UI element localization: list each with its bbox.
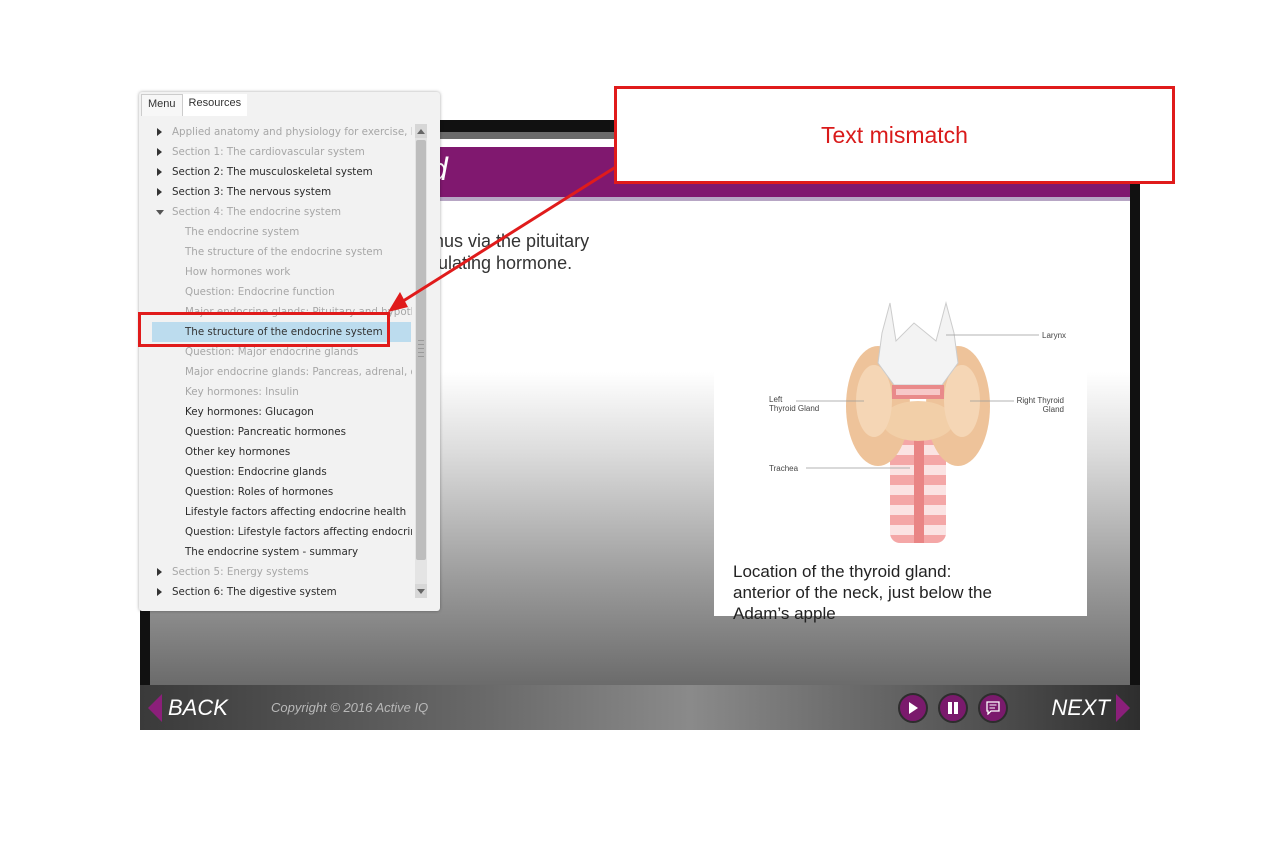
menu-item-label: The endocrine system - summary [185,546,359,558]
menu-item-label: Section 2: The musculoskeletal system [172,166,373,178]
scroll-down-icon [417,588,425,594]
pause-icon [948,702,958,714]
label-left-thyroid-1: Left [769,395,783,404]
caret-right-icon[interactable] [157,168,162,176]
scroll-down-button[interactable] [415,584,427,598]
captions-button[interactable] [978,693,1008,723]
menu-page-item[interactable]: Question: Lifestyle factors affecting en… [152,522,412,542]
menu-section-item[interactable]: Section 1: The cardiovascular system [152,142,412,162]
menu-page-item[interactable]: The endocrine system - summary [152,542,412,562]
grip-line [418,352,424,353]
menu-item-label: Section 6: The digestive system [172,586,337,598]
scroll-up-button[interactable] [415,124,427,138]
scroll-up-icon [417,128,425,134]
menu-item-label: Section 4: The endocrine system [172,206,342,218]
menu-page-item[interactable]: The endocrine system [152,222,412,242]
menu-list: Applied anatomy and physiology for exerc… [152,122,412,602]
menu-item-label: Question: Endocrine glands [185,466,327,478]
menu-item-label: The endocrine system [185,226,300,238]
grip-line [418,340,424,341]
label-left-thyroid-2: Thyroid Gland [769,404,819,413]
next-label: NEXT [1051,695,1110,720]
menu-panel: Menu Resources Applied anatomy and physi… [139,92,440,611]
menu-item-label: The structure of the endocrine system [185,246,383,258]
menu-section-item[interactable]: Section 3: The nervous system [152,182,412,202]
grip-line [418,344,424,345]
caret-right-icon[interactable] [157,588,162,596]
caption-line: Location of the thyroid gland: [733,562,952,581]
grip-line [418,348,424,349]
menu-item-label: Question: Major endocrine glands [185,346,359,358]
menu-page-item[interactable]: Other key hormones [152,442,412,462]
menu-page-item[interactable]: Key hormones: Glucagon [152,402,412,422]
menu-scrollbar[interactable] [415,124,427,598]
menu-item-label: Lifestyle factors affecting endocrine he… [185,506,407,518]
caption-line: Adam’s apple [733,604,836,623]
caret-right-icon[interactable] [157,188,162,196]
menu-item-label: Section 5: Energy systems [172,566,309,578]
slide-body-text: alamus via the pituitary stimulating hor… [405,230,825,274]
caret-right-icon[interactable] [157,148,162,156]
menu-page-item[interactable]: Question: Pancreatic hormones [152,422,412,442]
menu-page-item[interactable]: The structure of the endocrine system [152,242,412,262]
menu-section-item[interactable]: Section 6: The digestive system [152,582,412,602]
menu-section-item[interactable]: Section 2: The musculoskeletal system [152,162,412,182]
menu-item-label: Key hormones: Glucagon [185,406,314,418]
image-caption: Location of the thyroid gland: anterior … [733,561,1073,624]
menu-item-label: Question: Roles of hormones [185,486,334,498]
menu-item-label: Other key hormones [185,446,291,458]
annotation-callout: Text mismatch [614,86,1175,184]
pause-button[interactable] [938,693,968,723]
menu-page-item[interactable]: Key hormones: Insulin [152,382,412,402]
menu-item-label: Key hormones: Insulin [185,386,299,398]
copyright-text: Copyright © 2016 Active IQ [271,700,429,715]
menu-section-item[interactable]: Section 5: Energy systems [152,562,412,582]
caret-down-icon[interactable] [156,210,164,215]
menu-item-label: Major endocrine glands: Pancreas, adrena… [185,366,412,378]
menu-tabs: Menu Resources [141,94,248,116]
label-right-thyroid-1: Right Thyroid [1017,396,1064,405]
grip-line [418,356,424,357]
back-arrow-icon [148,694,162,722]
caption-line: anterior of the neck, just below the [733,583,992,602]
menu-section-item[interactable]: Section 4: The endocrine system [152,202,412,222]
menu-page-item[interactable]: Question: Endocrine function [152,282,412,302]
caret-right-icon[interactable] [157,128,162,136]
caret-right-icon[interactable] [157,568,162,576]
thyroid-illustration: Larynx Left Thyroid Gland Right Thyroid … [769,301,1066,543]
menu-page-item[interactable]: Question: Roles of hormones [152,482,412,502]
menu-item-label: Question: Endocrine function [185,286,335,298]
menu-item-label: Section 1: The cardiovascular system [172,146,365,158]
back-label: BACK [168,695,228,720]
label-larynx: Larynx [1042,331,1066,340]
next-button[interactable]: NEXT [1051,693,1130,723]
body-line: alamus via the pituitary [405,231,590,251]
menu-page-item[interactable]: Question: Endocrine glands [152,462,412,482]
label-trachea: Trachea [769,464,799,473]
menu-item-label: How hormones work [185,266,291,278]
menu-page-item[interactable]: How hormones work [152,262,412,282]
play-button[interactable] [898,693,928,723]
menu-item-label: Applied anatomy and physiology for exerc… [172,126,412,138]
captions-icon [986,701,1000,715]
menu-page-item[interactable]: Major endocrine glands: Pancreas, adrena… [152,362,412,382]
back-button[interactable]: BACK [148,693,228,723]
player-control-bar: BACK Copyright © 2016 Active IQ NEXT [140,685,1140,730]
menu-section-item[interactable]: Applied anatomy and physiology for exerc… [152,122,412,142]
menu-item-label: Question: Lifestyle factors affecting en… [185,526,412,538]
menu-item-label: Section 3: The nervous system [172,186,332,198]
tab-menu[interactable]: Menu [141,94,183,116]
scroll-thumb[interactable] [416,140,426,560]
menu-item-label: Question: Pancreatic hormones [185,426,346,438]
body-line: stimulating hormone. [405,253,573,273]
tab-resources[interactable]: Resources [182,94,248,116]
annotation-label: Text mismatch [821,121,968,148]
play-icon [909,702,918,714]
label-right-thyroid-2: Gland [1043,405,1064,414]
annotation-highlight-box [138,312,390,347]
thyroid-image-card: Larynx Left Thyroid Gland Right Thyroid … [714,293,1087,623]
next-arrow-icon [1116,694,1130,722]
menu-page-item[interactable]: Lifestyle factors affecting endocrine he… [152,502,412,522]
